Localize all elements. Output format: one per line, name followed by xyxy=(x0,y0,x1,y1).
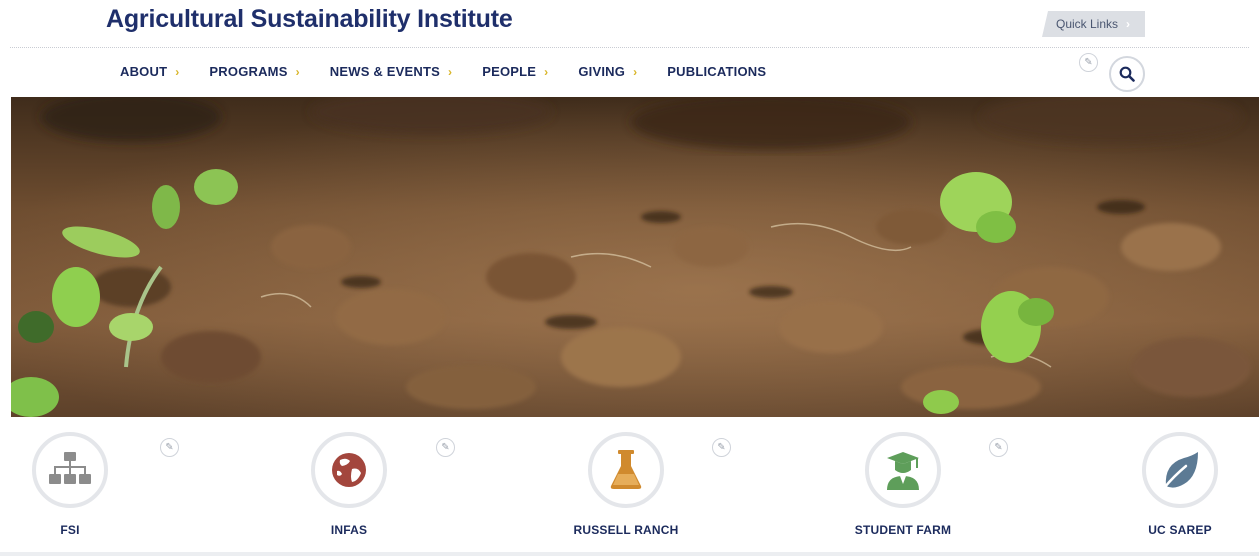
feature-infas[interactable]: INFAS xyxy=(269,432,429,537)
feature-label: RUSSELL RANCH xyxy=(573,523,679,537)
main-navigation: ABOUT › PROGRAMS › NEWS & EVENTS › PEOPL… xyxy=(120,64,796,79)
pencil-icon[interactable]: ✎ xyxy=(1079,53,1098,72)
quick-links-button[interactable]: Quick Links › xyxy=(1042,11,1145,37)
feature-label: STUDENT FARM xyxy=(854,523,952,537)
feature-icon-circle xyxy=(865,432,941,508)
chevron-right-icon: › xyxy=(295,64,300,79)
chevron-right-icon: › xyxy=(448,64,453,79)
header-divider xyxy=(10,47,1249,48)
nav-item-programs[interactable]: PROGRAMS › xyxy=(209,64,299,79)
chevron-right-icon: › xyxy=(1126,17,1131,31)
site-title[interactable]: Agricultural Sustainability Institute xyxy=(106,5,513,34)
nav-item-about[interactable]: ABOUT › xyxy=(120,64,179,79)
pencil-icon[interactable]: ✎ xyxy=(712,438,731,457)
feature-uc-sarep[interactable]: UC SAREP xyxy=(1100,432,1259,537)
quick-links-label: Quick Links xyxy=(1056,17,1119,31)
footer-divider xyxy=(0,552,1259,556)
chevron-right-icon: › xyxy=(175,64,180,79)
feature-label: FSI xyxy=(60,523,80,537)
flask-icon xyxy=(610,450,642,489)
nav-item-publications[interactable]: PUBLICATIONS xyxy=(667,64,766,79)
nav-item-label: NEWS & EVENTS xyxy=(329,64,441,79)
nav-item-label: GIVING xyxy=(578,64,626,79)
feature-icon-circle xyxy=(588,432,664,508)
feature-fsi[interactable]: FSI xyxy=(0,432,150,537)
chevron-right-icon: › xyxy=(544,64,549,79)
feature-russell-ranch[interactable]: RUSSELL RANCH xyxy=(546,432,706,537)
globe-icon xyxy=(332,453,366,487)
feature-icon-circle xyxy=(32,432,108,508)
chevron-right-icon: › xyxy=(633,64,638,79)
feature-label: INFAS xyxy=(330,523,368,537)
leaf-icon xyxy=(1162,452,1198,490)
graduate-icon xyxy=(887,452,919,490)
hero-image xyxy=(11,97,1259,417)
nav-item-people[interactable]: PEOPLE › xyxy=(482,64,548,79)
nav-item-label: PEOPLE xyxy=(482,64,537,79)
feature-label: UC SAREP xyxy=(1148,523,1212,537)
feature-student-farm[interactable]: STUDENT FARM xyxy=(823,432,983,537)
pencil-icon[interactable]: ✎ xyxy=(160,438,179,457)
nav-item-label: PUBLICATIONS xyxy=(667,64,767,79)
nav-item-giving[interactable]: GIVING › xyxy=(578,64,637,79)
org-chart-icon xyxy=(49,452,91,484)
feature-icon-circle xyxy=(1142,432,1218,508)
pencil-icon[interactable]: ✎ xyxy=(989,438,1008,457)
search-button[interactable] xyxy=(1109,56,1145,92)
pencil-icon[interactable]: ✎ xyxy=(436,438,455,457)
search-icon xyxy=(1119,66,1135,82)
feature-icon-circle xyxy=(311,432,387,508)
program-links: FSI ✎ INFAS ✎ RUSSELL RANCH ✎ STUDENT FA… xyxy=(0,417,1259,556)
nav-item-label: ABOUT xyxy=(120,64,168,79)
nav-item-label: PROGRAMS xyxy=(209,64,288,79)
nav-item-news-events[interactable]: NEWS & EVENTS › xyxy=(330,64,452,79)
